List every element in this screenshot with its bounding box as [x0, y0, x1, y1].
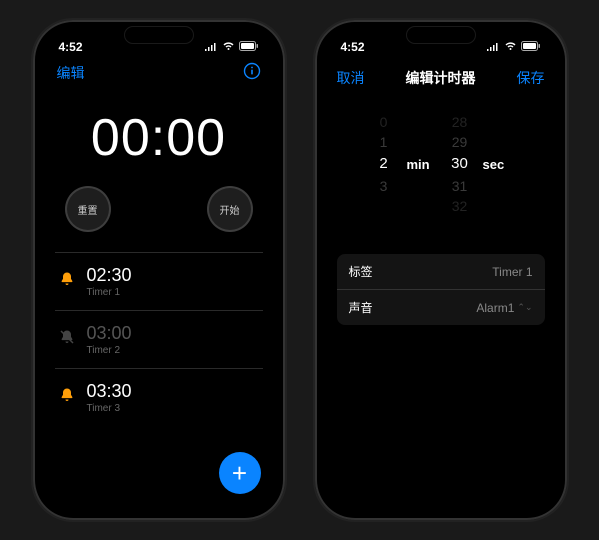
wifi-icon [222, 40, 235, 54]
picker-option: 0 [380, 112, 388, 132]
signal-icon [204, 40, 218, 54]
battery-icon [239, 40, 259, 54]
timer-info: 03:30 Timer 3 [87, 381, 132, 414]
row-value: Alarm1 ⌃⌄ [476, 301, 532, 315]
modal-title: 编辑计时器 [406, 68, 476, 88]
picker-option: 31 [452, 176, 468, 196]
notch [124, 26, 194, 44]
modal-nav: 取消 编辑计时器 保存 [323, 58, 559, 98]
picker-sec-col[interactable]: 28 29 30 31 32 [445, 112, 475, 216]
picker-min-col[interactable]: 0 1 2 3 [369, 112, 399, 216]
battery-icon [521, 40, 541, 54]
picker-option: 3 [380, 176, 388, 196]
bell-icon [59, 271, 77, 292]
sound-row[interactable]: 声音 Alarm1 ⌃⌄ [337, 289, 545, 325]
picker-option: 28 [452, 112, 468, 132]
cancel-button[interactable]: 取消 [337, 68, 365, 88]
row-key: 声音 [349, 299, 373, 316]
picker-option: 1 [380, 132, 388, 152]
main-time-display: 00:00 [41, 108, 277, 168]
sec-unit-label: sec [483, 157, 513, 172]
min-unit-label: min [407, 157, 437, 172]
control-buttons: 重置 开始 [41, 168, 277, 252]
row-key: 标签 [349, 263, 373, 280]
phone-timer-edit: 4:52 取消 编辑计时器 保存 0 [315, 20, 567, 520]
timer-label: Timer 2 [87, 345, 132, 356]
bell-icon [59, 387, 77, 408]
sound-value-text: Alarm1 [476, 301, 514, 315]
picker-selected: 30 [451, 152, 468, 176]
timer-item-1[interactable]: 02:30 Timer 1 [55, 252, 263, 310]
picker-option [382, 196, 386, 216]
nav-bar: 编辑 [41, 58, 277, 88]
timer-list: 02:30 Timer 1 03:00 Timer 2 03:30 [41, 252, 277, 426]
plus-icon: + [232, 458, 247, 489]
bell-muted-icon [59, 329, 77, 350]
edit-button[interactable]: 编辑 [57, 63, 85, 83]
reset-button[interactable]: 重置 [65, 186, 111, 232]
screen-main: 4:52 编辑 00:00 重置 开始 [41, 28, 277, 512]
status-time: 4:52 [59, 40, 83, 54]
timer-item-3[interactable]: 03:30 Timer 3 [55, 368, 263, 426]
row-value: Timer 1 [492, 265, 532, 279]
status-time: 4:52 [341, 40, 365, 54]
timer-time: 03:30 [87, 381, 132, 402]
status-icons [486, 40, 541, 54]
timer-info: 02:30 Timer 1 [87, 265, 132, 298]
settings-group: 标签 Timer 1 声音 Alarm1 ⌃⌄ [337, 254, 545, 325]
timer-info: 03:00 Timer 2 [87, 323, 132, 356]
notch [406, 26, 476, 44]
picker-option: 32 [452, 196, 468, 216]
signal-icon [486, 40, 500, 54]
status-icons [204, 40, 259, 54]
start-button[interactable]: 开始 [207, 186, 253, 232]
timer-time: 03:00 [87, 323, 132, 344]
picker-option: 29 [452, 132, 468, 152]
info-icon[interactable] [243, 62, 261, 85]
timer-time: 02:30 [87, 265, 132, 286]
time-picker[interactable]: 0 1 2 3 min 28 29 30 31 32 sec [323, 104, 559, 224]
save-button[interactable]: 保存 [517, 68, 545, 88]
wifi-icon [504, 40, 517, 54]
label-row[interactable]: 标签 Timer 1 [337, 254, 545, 289]
screen-edit: 4:52 取消 编辑计时器 保存 0 [323, 28, 559, 512]
picker-selected: 2 [379, 152, 387, 176]
add-timer-button[interactable]: + [219, 452, 261, 494]
chevron-icon: ⌃⌄ [517, 302, 532, 313]
timer-label: Timer 1 [87, 287, 132, 298]
phone-timer-main: 4:52 编辑 00:00 重置 开始 [33, 20, 285, 520]
timer-item-2[interactable]: 03:00 Timer 2 [55, 310, 263, 368]
timer-label: Timer 3 [87, 403, 132, 414]
